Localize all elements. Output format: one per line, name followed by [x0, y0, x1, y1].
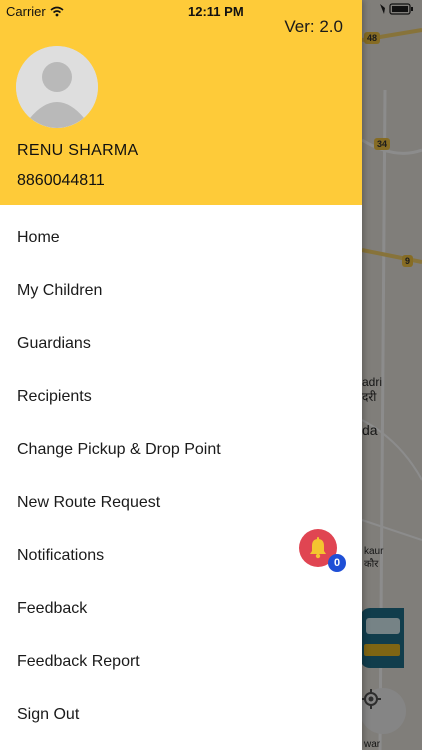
menu-item-feedback-report[interactable]: Feedback Report [0, 635, 362, 688]
bell-icon [310, 537, 326, 559]
notification-bell[interactable]: 0 [299, 529, 347, 573]
carrier-info: Carrier [6, 4, 64, 19]
menu-item-label: Recipients [17, 387, 92, 405]
app-version: Ver: 2.0 [284, 17, 343, 36]
menu-item-guardians[interactable]: Guardians [0, 317, 362, 370]
menu-item-change-pickup-drop[interactable]: Change Pickup & Drop Point [0, 423, 362, 476]
menu-item-new-route-request[interactable]: New Route Request [0, 476, 362, 529]
menu-item-label: Change Pickup & Drop Point [17, 440, 221, 458]
menu-item-label: New Route Request [17, 493, 161, 511]
navigation-drawer: Carrier 12:11 PM Ver: 2.0 RENU SHARMA 88… [0, 0, 362, 750]
menu-item-feedback[interactable]: Feedback [0, 582, 362, 635]
user-icon [16, 46, 98, 128]
notification-count-badge: 0 [328, 554, 346, 572]
menu-item-label: Guardians [17, 334, 91, 352]
drawer-header: Carrier 12:11 PM Ver: 2.0 RENU SHARMA 88… [0, 0, 362, 205]
menu-item-label: Feedback Report [17, 652, 140, 670]
menu-item-label: My Children [17, 281, 103, 299]
battery-icon [380, 3, 413, 15]
carrier-label: Carrier [6, 4, 46, 19]
avatar[interactable] [16, 46, 98, 128]
user-name: RENU SHARMA [17, 142, 139, 159]
menu-item-label: Sign Out [17, 705, 80, 723]
user-phone: 8860044811 [17, 172, 105, 189]
menu-item-recipients[interactable]: Recipients [0, 370, 362, 423]
status-time: 12:11 PM [188, 4, 244, 19]
wifi-icon [50, 6, 64, 17]
drawer-menu: Home My Children Guardians Recipients Ch… [0, 211, 362, 741]
menu-item-label: Feedback [17, 599, 88, 617]
menu-item-my-children[interactable]: My Children [0, 264, 362, 317]
menu-item-label: Notifications [17, 546, 105, 564]
menu-item-sign-out[interactable]: Sign Out [0, 688, 362, 741]
menu-item-label: Home [17, 228, 60, 246]
menu-item-home[interactable]: Home [0, 211, 362, 264]
